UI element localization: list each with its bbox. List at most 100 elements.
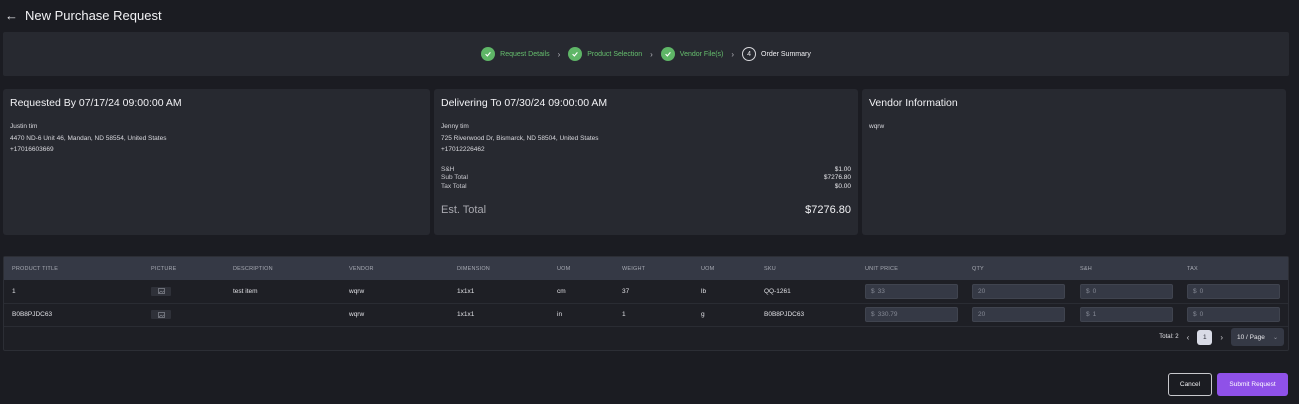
qty-input[interactable]: 20 bbox=[972, 283, 1065, 299]
requested-by-title: Requested By 07/17/24 09:00:00 AM bbox=[10, 97, 182, 109]
sh-row: S&H $1.00 bbox=[441, 166, 851, 175]
tax-input[interactable]: $ 0 bbox=[1187, 307, 1280, 322]
dimension-cell: 1x1x1 bbox=[457, 287, 475, 295]
chevron-right-icon: › bbox=[650, 49, 653, 59]
image-placeholder-icon[interactable] bbox=[151, 310, 171, 319]
column-header: DESCRIPTION bbox=[233, 265, 273, 272]
step-number: 4 bbox=[742, 47, 757, 61]
page-header: ← New Purchase Request bbox=[5, 7, 162, 23]
tax-total-label: Tax Total bbox=[441, 182, 467, 190]
column-header: TAX bbox=[1187, 265, 1198, 272]
tax-input[interactable]: $ 0 bbox=[1187, 283, 1280, 299]
recipient-address: 725 Riverwood Dr, Bismarck, ND 58504, Un… bbox=[441, 134, 599, 142]
page-size-value: 10 / Page bbox=[1237, 333, 1265, 341]
vendor-information-card: Vendor Information wqrw bbox=[862, 89, 1286, 235]
vendor-name: wqrw bbox=[869, 123, 885, 130]
column-header: UNIT PRICE bbox=[865, 265, 899, 272]
column-header: PRODUCT TITLE bbox=[12, 265, 59, 272]
uom-cell: cm bbox=[557, 287, 566, 295]
weight-cell: 1 bbox=[622, 311, 626, 318]
vendor-cell: wqrw bbox=[349, 287, 365, 295]
uom-cell: in bbox=[557, 311, 563, 318]
currency-prefix: $ bbox=[1086, 311, 1090, 318]
submit-request-button[interactable]: Submit Request bbox=[1217, 373, 1288, 396]
delivering-to-title: Delivering To 07/30/24 09:00:00 AM bbox=[441, 97, 608, 109]
tax-value: 0 bbox=[1199, 311, 1204, 318]
arrow-left-icon[interactable]: ← bbox=[5, 9, 18, 22]
qty-value: 20 bbox=[978, 311, 986, 318]
weight-cell: 37 bbox=[622, 287, 630, 295]
sh-value: 1 bbox=[1092, 311, 1097, 318]
unit-price-cell: $ 330.79 bbox=[857, 303, 964, 326]
pagination: Total: 2 ‹ 1 › 10 / Page ⌄ bbox=[1159, 328, 1284, 346]
tax-cell: $ 0 bbox=[1179, 280, 1288, 303]
page-size-select[interactable]: 10 / Page ⌄ bbox=[1231, 328, 1284, 346]
subtotal-label: Sub Total bbox=[441, 174, 468, 181]
subtotal-row: Sub Total $7276.80 bbox=[441, 174, 851, 183]
tax-cell: $ 0 bbox=[1179, 303, 1288, 326]
step-product-selection[interactable]: Product Selection bbox=[568, 47, 642, 61]
order-items-table: PRODUCT TITLE PICTURE DESCRIPTION VENDOR… bbox=[3, 256, 1289, 351]
check-icon bbox=[660, 47, 675, 61]
step-label: Vendor File(s) bbox=[679, 50, 724, 58]
dimension-cell: 1x1x1 bbox=[457, 311, 475, 318]
description-cell: test item bbox=[233, 287, 258, 295]
tax-total-value: $0.00 bbox=[834, 182, 851, 190]
column-header: WEIGHT bbox=[622, 265, 646, 272]
table-row: B0B8PJDC63 wqrw 1x1x1 in 1 g B0B8PJDC63 … bbox=[4, 303, 1288, 326]
sh-value: 0 bbox=[1092, 287, 1097, 295]
currency-prefix: $ bbox=[1193, 287, 1197, 295]
page-number-button[interactable]: 1 bbox=[1197, 329, 1213, 345]
column-header: DIMENSION bbox=[457, 265, 490, 272]
qty-input[interactable]: 20 bbox=[972, 307, 1065, 322]
step-label: Product Selection bbox=[587, 50, 643, 58]
vendor-information-title: Vendor Information bbox=[869, 97, 958, 109]
product-title-cell: 1 bbox=[12, 287, 16, 295]
column-header: UOM bbox=[557, 265, 571, 272]
sh-input[interactable]: $ 1 bbox=[1080, 307, 1173, 322]
qty-value: 20 bbox=[978, 287, 986, 295]
qty-cell: 20 bbox=[964, 303, 1072, 326]
step-order-summary[interactable]: 4 Order Summary bbox=[742, 47, 811, 61]
requester-name: Justin tim bbox=[10, 123, 38, 130]
delivering-to-card: Delivering To 07/30/24 09:00:00 AM Jenny… bbox=[434, 89, 858, 235]
recipient-phone: +17012226462 bbox=[441, 146, 485, 153]
requester-phone: +17016603669 bbox=[10, 146, 54, 153]
est-total-row: Est. Total $7276.80 bbox=[441, 204, 851, 216]
column-header: PICTURE bbox=[151, 265, 177, 272]
unit-price-input[interactable]: $ 33 bbox=[865, 283, 958, 299]
stepper: Request Details › Product Selection › Ve… bbox=[3, 32, 1289, 76]
sh-input[interactable]: $ 0 bbox=[1080, 283, 1173, 299]
image-placeholder-icon[interactable] bbox=[151, 286, 171, 296]
requester-address: 4470 ND-6 Unit 46, Mandan, ND 58554, Uni… bbox=[10, 134, 167, 142]
cancel-button[interactable]: Cancel bbox=[1168, 373, 1212, 396]
sku-cell: B0B8PJDC63 bbox=[764, 311, 805, 318]
picture-cell bbox=[143, 303, 225, 326]
est-total-value: $7276.80 bbox=[805, 204, 851, 216]
column-header: VENDOR bbox=[349, 265, 374, 272]
subtotal-value: $7276.80 bbox=[823, 174, 851, 181]
product-title-cell: B0B8PJDC63 bbox=[12, 311, 53, 318]
currency-prefix: $ bbox=[1086, 287, 1090, 295]
weight-uom-cell: lb bbox=[701, 287, 707, 295]
step-vendor-files[interactable]: Vendor File(s) bbox=[660, 47, 724, 61]
recipient-name: Jenny tim bbox=[441, 123, 469, 130]
est-total-label: Est. Total bbox=[441, 204, 487, 216]
sku-cell: QQ-1261 bbox=[764, 287, 791, 295]
table-header-row: PRODUCT TITLE PICTURE DESCRIPTION VENDOR… bbox=[4, 257, 1288, 280]
tax-value: 0 bbox=[1199, 287, 1204, 295]
chevron-right-icon[interactable]: › bbox=[1220, 333, 1223, 342]
column-header: QTY bbox=[972, 265, 984, 272]
chevron-right-icon: › bbox=[557, 49, 561, 59]
chevron-right-icon: › bbox=[731, 49, 735, 59]
chevron-left-icon[interactable]: ‹ bbox=[1187, 333, 1190, 342]
sh-label: S&H bbox=[441, 165, 455, 173]
column-header: UOM bbox=[701, 265, 715, 272]
unit-price-input[interactable]: $ 330.79 bbox=[865, 307, 958, 322]
requested-by-card: Requested By 07/17/24 09:00:00 AM Justin… bbox=[3, 89, 430, 235]
description-cell bbox=[225, 303, 341, 326]
step-request-details[interactable]: Request Details bbox=[481, 47, 550, 61]
currency-prefix: $ bbox=[1193, 311, 1197, 318]
column-header: SKU bbox=[764, 265, 776, 272]
step-label: Order Summary bbox=[761, 50, 811, 58]
